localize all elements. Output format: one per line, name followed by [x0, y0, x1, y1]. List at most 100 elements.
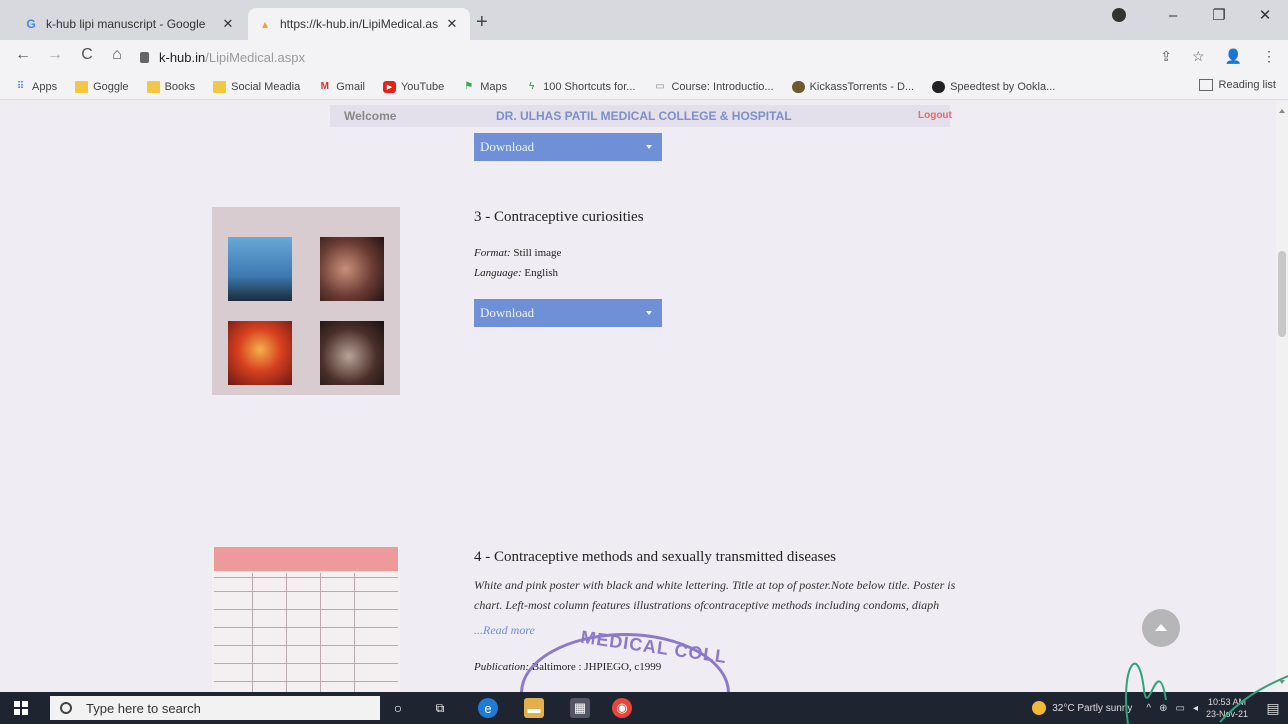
restore-button[interactable]: ❐	[1196, 6, 1242, 24]
item-thumbnail[interactable]	[212, 547, 400, 692]
item-thumbnail[interactable]	[212, 207, 400, 395]
cortana-icon[interactable]: ○	[388, 698, 408, 718]
read-more-link[interactable]: ...Read more	[474, 623, 535, 638]
close-window-button[interactable]: ✕	[1242, 6, 1288, 24]
bookmark-maps[interactable]: ⚑ Maps	[462, 81, 507, 93]
bookmark-star-icon[interactable]: ☆	[1192, 48, 1205, 65]
display-icon[interactable]: ▭	[1175, 703, 1184, 714]
forward-button[interactable]: →	[44, 46, 66, 64]
scrollbar-thumb[interactable]	[1278, 251, 1286, 337]
site-favicon-icon: ▴	[261, 17, 269, 31]
tab-lipi-medical[interactable]: ▴ https://k-hub.in/LipiMedical.aspx ✕	[248, 8, 470, 40]
search-placeholder: Type here to search	[86, 700, 201, 716]
home-button[interactable]: ⌂	[106, 46, 128, 64]
bookmark-kickass[interactable]: KickassTorrents - D...	[791, 80, 914, 93]
kickass-icon	[791, 80, 805, 93]
browser-toolbar: ← → C ⌂ k-hub.in /LipiMedical.aspx ⇪ ☆ 👤…	[0, 40, 1288, 74]
scroll-to-top-button[interactable]	[1142, 609, 1180, 647]
url-path: /LipiMedical.aspx	[205, 49, 305, 65]
folder-icon	[75, 80, 89, 93]
download-button[interactable]: Download	[474, 299, 662, 327]
bookmark-youtube[interactable]: ▶ YouTube	[382, 80, 444, 93]
file-explorer-icon[interactable]: ▬	[524, 698, 544, 718]
tab-title: https://k-hub.in/LipiMedical.aspx	[280, 17, 438, 31]
bookmark-goggle[interactable]: Goggle	[75, 80, 129, 93]
reading-list-icon	[1198, 79, 1213, 91]
profile-icon[interactable]: 👤	[1225, 48, 1242, 65]
course-icon: ▭	[655, 81, 665, 92]
reload-button[interactable]: C	[76, 46, 98, 64]
item-title[interactable]: 3 - Contraceptive curiosities	[474, 209, 644, 226]
bookmark-social-meadia[interactable]: Social Meadia	[213, 80, 300, 93]
item-format: Format: Still image	[474, 247, 562, 259]
thumbnail-image	[320, 321, 384, 385]
item-title[interactable]: 4 - Contraceptive methods and sexually t…	[474, 549, 836, 566]
thumbnail-image	[320, 237, 384, 301]
bookmark-books[interactable]: Books	[146, 80, 195, 93]
toolbar-actions: ⇪ ☆ 👤 ⋮	[1160, 48, 1276, 65]
logout-link[interactable]: Logout	[918, 110, 952, 121]
share-icon[interactable]: ⇪	[1160, 48, 1172, 65]
new-tab-button[interactable]: +	[476, 11, 488, 34]
menu-icon[interactable]: ⋮	[1262, 48, 1276, 65]
poster-header	[214, 547, 398, 571]
tray-chevron-up-icon[interactable]: ^	[1146, 703, 1151, 714]
tab-title: k-hub lipi manuscript - Google	[46, 17, 206, 31]
store-icon[interactable]: ▦	[570, 698, 590, 718]
lock-icon	[140, 51, 149, 63]
item-language: Language: English	[474, 267, 559, 279]
notifications-icon[interactable]: ▤	[1258, 692, 1288, 724]
weather-widget[interactable]: 32°C Partly sunny	[1032, 701, 1132, 715]
bookmark-apps[interactable]: ⠿ Apps	[14, 81, 57, 93]
chevron-down-icon	[646, 145, 652, 149]
network-icon[interactable]: ⊕	[1159, 703, 1167, 714]
item-description: White and pink poster with black and whi…	[474, 578, 956, 612]
gmail-icon: M	[320, 81, 329, 92]
thumbnail-image	[228, 321, 292, 385]
page-scrollbar[interactable]	[1276, 101, 1288, 692]
tab-google-search[interactable]: G k-hub lipi manuscript - Google ✕	[14, 8, 246, 40]
taskbar-clock[interactable]: 10:53 AM 23-Nov-21	[1206, 696, 1248, 720]
bookmarks-bar: ⠿ Apps Goggle Books Social Meadia M Gmai…	[0, 74, 1288, 100]
youtube-icon: ▶	[382, 80, 396, 93]
bolt-icon: ϟ	[528, 81, 535, 92]
site-header: Welcome DR. ULHAS PATIL MEDICAL COLLEGE …	[330, 105, 952, 127]
tab-strip: G k-hub lipi manuscript - Google ✕ ▴ htt…	[0, 0, 1288, 40]
url-host: k-hub.in	[159, 49, 206, 65]
taskbar-search-box[interactable]: Type here to search	[50, 696, 380, 720]
windows-start-icon[interactable]	[14, 701, 28, 715]
search-icon	[60, 702, 72, 714]
chevron-down-icon	[646, 311, 652, 315]
folder-icon	[146, 80, 160, 93]
thumbnail-image	[228, 237, 292, 301]
volume-icon[interactable]: ◂	[1193, 703, 1198, 714]
profile-indicator-icon[interactable]	[1112, 8, 1126, 22]
college-title: DR. ULHAS PATIL MEDICAL COLLEGE & HOSPIT…	[496, 109, 792, 123]
weather-icon	[1032, 701, 1047, 715]
speedtest-icon	[932, 80, 946, 93]
close-tab-icon[interactable]: ✕	[444, 16, 460, 32]
maps-icon: ⚑	[464, 81, 474, 92]
system-tray: 32°C Partly sunny ^ ⊕ ▭ ◂ 10:53 AM 23-No…	[1032, 692, 1288, 724]
chrome-icon[interactable]: ◉	[612, 698, 632, 718]
address-bar[interactable]: k-hub.in /LipiMedical.aspx	[140, 46, 305, 68]
minimize-button[interactable]: –	[1150, 7, 1196, 24]
edge-icon[interactable]: e	[478, 698, 498, 718]
download-button[interactable]: Download	[474, 133, 662, 161]
scroll-down-icon[interactable]	[1279, 680, 1285, 684]
reading-list-button[interactable]: Reading list	[1198, 79, 1276, 91]
page-viewport: Welcome DR. ULHAS PATIL MEDICAL COLLEGE …	[0, 101, 1288, 692]
back-button[interactable]: ←	[12, 46, 34, 64]
bookmark-100-shortcuts[interactable]: ϟ 100 Shortcuts for...	[525, 81, 636, 93]
bookmark-speedtest[interactable]: Speedtest by Ookla...	[932, 80, 1055, 93]
bookmark-gmail[interactable]: M Gmail	[318, 81, 365, 93]
bookmark-course[interactable]: ▭ Course: Introductio...	[653, 81, 773, 93]
welcome-text: Welcome	[344, 109, 397, 123]
window-controls: – ❐ ✕	[1112, 6, 1288, 24]
task-view-icon[interactable]: ⧉	[430, 698, 450, 718]
scroll-up-icon[interactable]	[1279, 109, 1285, 113]
close-tab-icon[interactable]: ✕	[220, 16, 236, 32]
folder-icon	[213, 80, 227, 93]
apps-grid-icon: ⠿	[16, 81, 25, 92]
windows-taskbar: Type here to search ○ ⧉ e ▬ ▦ ◉ 32°C Par…	[0, 692, 1288, 724]
